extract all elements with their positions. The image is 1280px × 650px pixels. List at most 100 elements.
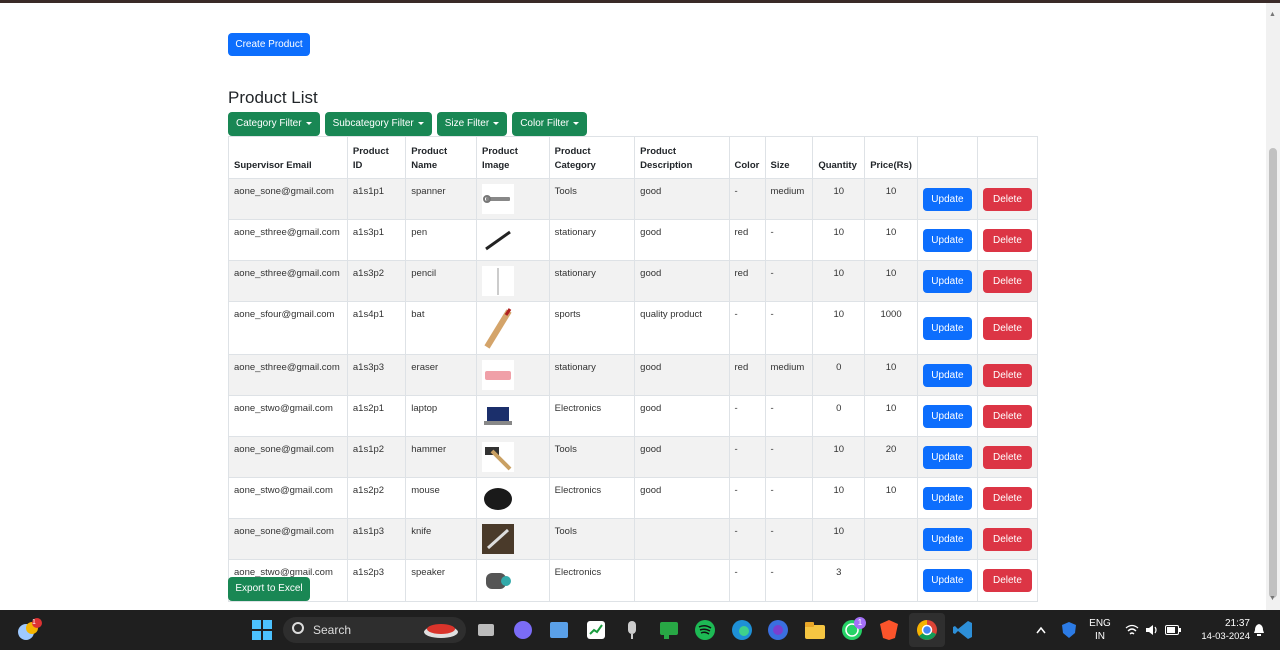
table-row: aone_sone@gmail.com a1s1p2 hammer Tools good… <box>228 436 1039 478</box>
size-filter-label: Size Filter <box>444 118 490 129</box>
export-to-excel-button[interactable]: Export to Excel <box>228 577 310 601</box>
update-button[interactable]: Update <box>922 316 972 340</box>
cell-quantity: 10 <box>812 219 866 261</box>
cell-size: - <box>764 219 814 261</box>
voice-recorder-icon[interactable] <box>621 619 643 641</box>
cell-product-name: hammer <box>405 436 477 478</box>
delete-button[interactable]: Delete <box>982 486 1032 510</box>
cell-supervisor-email: aone_sone@gmail.com <box>228 436 348 478</box>
cell-size: medium <box>764 354 814 396</box>
cell-product-image <box>476 436 550 478</box>
cell-color: - <box>728 178 766 220</box>
cell-price <box>864 518 918 560</box>
delete-button[interactable]: Delete <box>982 187 1032 211</box>
cell-color: - <box>728 477 766 519</box>
wifi-icon[interactable] <box>1125 623 1139 637</box>
volume-icon[interactable] <box>1145 623 1159 637</box>
color-filter-label: Color Filter <box>520 118 570 129</box>
update-button[interactable]: Update <box>922 228 972 252</box>
color-filter-button[interactable]: Color Filter <box>512 112 588 136</box>
cell-quantity: 10 <box>812 477 866 519</box>
update-button[interactable]: Update <box>922 363 972 387</box>
scrollbar-thumb[interactable] <box>1269 148 1277 598</box>
table-row: aone_sfour@gmail.com a1s4p1 bat sports quali… <box>228 301 1039 355</box>
cell-product-id: a1s4p1 <box>346 301 407 355</box>
task-view-icon[interactable] <box>475 619 497 641</box>
subcategory-filter-button[interactable]: Subcategory Filter <box>324 112 432 136</box>
update-button[interactable]: Update <box>922 445 972 469</box>
cell-product-description: good <box>634 477 730 519</box>
clock-date: 14-03-2024 <box>1201 631 1250 642</box>
cell-price: 10 <box>864 219 918 261</box>
cell-product-name: laptop <box>405 395 477 437</box>
firefox-icon[interactable] <box>767 619 789 641</box>
update-button[interactable]: Update <box>922 527 972 551</box>
cell-quantity: 10 <box>812 301 866 355</box>
table-row: aone_sone@gmail.com a1s1p3 knife Tools - -10 U… <box>228 518 1039 560</box>
size-filter-button[interactable]: Size Filter <box>436 112 508 136</box>
delete-button[interactable]: Delete <box>982 404 1032 428</box>
window-top-bar <box>0 0 1280 3</box>
stocks-app-icon[interactable] <box>585 619 607 641</box>
update-button[interactable]: Update <box>922 187 972 211</box>
language-indicator[interactable]: ENG <box>1088 618 1112 629</box>
update-button[interactable]: Update <box>922 486 972 510</box>
cell-delete: Delete <box>976 354 1039 396</box>
category-filter-button[interactable]: Category Filter <box>228 112 320 136</box>
spanner-image <box>482 184 514 214</box>
delete-button[interactable]: Delete <box>982 445 1032 469</box>
cell-supervisor-email: aone_sthree@gmail.com <box>228 354 348 396</box>
battery-icon[interactable] <box>1165 625 1181 635</box>
table-row: aone_sthree@gmail.com a1s3p1 pen stationary… <box>228 219 1039 261</box>
windows-start-icon[interactable] <box>251 619 273 641</box>
page-scrollbar[interactable]: ▲ ▼ <box>1266 3 1280 610</box>
create-product-button[interactable]: Create Product <box>228 33 310 56</box>
file-explorer-icon[interactable] <box>804 619 826 641</box>
cell-quantity: 10 <box>812 178 866 220</box>
notification-bell-icon[interactable] <box>1252 623 1266 637</box>
security-shield-icon[interactable] <box>1061 621 1077 639</box>
cell-supervisor-email: aone_sthree@gmail.com <box>228 219 348 261</box>
clock-time[interactable]: 21:37 <box>1190 618 1250 629</box>
delete-button[interactable]: Delete <box>982 228 1032 252</box>
cell-product-category: Electronics <box>548 395 636 437</box>
chevron-up-icon[interactable] <box>1035 625 1047 635</box>
delete-button[interactable]: Delete <box>982 269 1032 293</box>
delete-button[interactable]: Delete <box>982 316 1032 340</box>
laptop-image <box>482 401 514 431</box>
chevron-down-icon <box>573 121 580 125</box>
pen-image <box>482 225 514 255</box>
cell-supervisor-email: aone_stwo@gmail.com <box>228 395 348 437</box>
update-button[interactable]: Update <box>922 569 972 592</box>
cell-product-category: stationary <box>548 260 636 302</box>
cell-product-description: quality product <box>634 301 730 355</box>
cell-supervisor-email: aone_sthree@gmail.com <box>228 260 348 302</box>
delete-button[interactable]: Delete <box>982 363 1032 387</box>
scroll-up-arrow-icon[interactable]: ▲ <box>1269 11 1276 18</box>
messaging-app-icon[interactable] <box>658 619 680 641</box>
cell-update: Update <box>916 395 978 437</box>
brave-browser-icon[interactable] <box>878 619 900 641</box>
photos-app-icon[interactable] <box>548 619 570 641</box>
delete-button[interactable]: Delete <box>982 569 1032 592</box>
delete-button[interactable]: Delete <box>982 527 1032 551</box>
header-quantity: Quantity <box>812 136 866 179</box>
cell-update: Update <box>916 301 978 355</box>
table-row: aone_stwo@gmail.com a1s2p3 speaker Electron… <box>228 559 1039 602</box>
edge-browser-icon[interactable] <box>731 619 753 641</box>
scroll-down-arrow-icon[interactable]: ▼ <box>1269 595 1276 602</box>
chat-app-icon[interactable] <box>512 619 534 641</box>
subcategory-filter-label: Subcategory Filter <box>332 118 414 129</box>
chrome-browser-icon[interactable] <box>916 619 938 641</box>
hammer-image <box>482 442 514 472</box>
vscode-icon[interactable] <box>952 619 974 641</box>
update-button[interactable]: Update <box>922 404 972 428</box>
cell-quantity: 0 <box>812 395 866 437</box>
table-header-row: Supervisor Email Product ID Product Name… <box>228 136 1039 179</box>
cell-price: 10 <box>864 354 918 396</box>
cell-product-description <box>634 518 730 560</box>
update-button[interactable]: Update <box>922 269 972 293</box>
spotify-icon[interactable] <box>694 619 716 641</box>
cell-product-description: good <box>634 260 730 302</box>
table-row: aone_sthree@gmail.com a1s3p2 pencil station… <box>228 260 1039 302</box>
